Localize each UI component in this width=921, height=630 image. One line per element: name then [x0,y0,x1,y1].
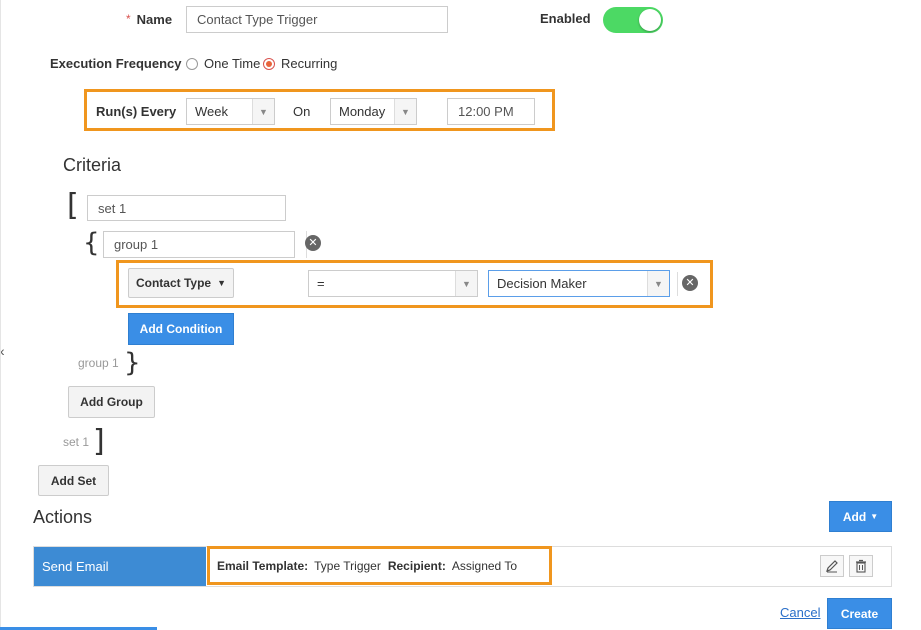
runs-every-label: Run(s) Every [96,104,177,119]
group-footer-label: group 1 [78,356,119,370]
recipient-value: Assigned To [451,558,518,573]
frequency-option-recurring[interactable]: Recurring [263,56,337,71]
condition-field-label: Contact Type [135,276,212,290]
chevron-down-icon: ▼ [647,271,669,296]
one-time-radio[interactable] [186,57,198,70]
toggle-knob [639,9,661,31]
enabled-label: Enabled [540,11,591,26]
day-value: Monday [339,104,386,119]
add-action-label: Add [842,509,867,524]
close-circle-icon[interactable]: ✕ [305,235,321,251]
close-circle-icon[interactable]: ✕ [682,275,698,291]
group-name-input[interactable]: group 1 [103,231,295,258]
period-value: Week [195,104,228,119]
recipient-label: Recipient: [387,558,446,573]
condition-field-dropdown[interactable]: Contact Type ▼ [128,268,234,298]
condition-value-select[interactable]: Decision Maker ▼ [488,270,670,297]
name-label-text: Name [136,11,173,27]
set-close-bracket: ] [93,424,105,459]
caret-down-icon: ▼ [217,278,227,288]
pencil-icon[interactable] [820,555,844,577]
add-action-button[interactable]: Add ▼ [829,501,892,532]
action-type-label: Send Email [42,559,109,574]
add-condition-button[interactable]: Add Condition [128,313,234,345]
condition-value: Decision Maker [497,276,587,291]
group-close-brace: } [124,348,141,378]
on-label: On [293,104,311,119]
action-details-highlight: Email Template: Type Trigger Recipient: … [207,546,552,585]
create-button[interactable]: Create [827,598,892,629]
set-name-input[interactable]: set 1 [87,195,286,221]
action-type-cell[interactable]: Send Email [34,547,206,586]
time-input[interactable]: 12:00 PM [447,98,535,125]
set-open-bracket: [ [67,188,79,223]
cancel-link[interactable]: Cancel [780,605,820,620]
add-group-button[interactable]: Add Group [68,386,155,418]
caret-down-icon: ▼ [870,512,879,521]
recurring-label: Recurring [281,56,338,71]
group-open-brace: { [83,228,100,258]
operator-value: = [317,276,325,291]
actions-title: Actions [33,507,93,527]
chevron-down-icon: ▼ [394,99,416,124]
chevron-down-icon: ▼ [252,99,274,124]
delete-action-button[interactable] [849,555,873,577]
criteria-title: Criteria [63,155,122,175]
execution-frequency-label: Execution Frequency [50,56,182,71]
edit-action-button[interactable] [820,555,844,577]
chevron-down-icon: ▼ [455,271,477,296]
frequency-option-one-time[interactable]: One Time [186,56,260,71]
period-select[interactable]: Week ▼ [186,98,275,125]
template-label: Email Template: [217,558,309,573]
name-input[interactable]: Contact Type Trigger [186,6,448,33]
add-set-button[interactable]: Add Set [38,465,109,496]
required-mark: * [126,12,131,26]
day-select[interactable]: Monday ▼ [330,98,417,125]
trash-icon[interactable] [849,555,873,577]
remove-condition-divider [677,272,678,296]
recurring-radio[interactable] [263,57,275,70]
set-footer-label: set 1 [63,435,90,449]
name-label: * Name [126,11,172,27]
operator-select[interactable]: = ▼ [308,270,478,297]
left-divider [0,0,1,630]
template-value: Type Trigger [314,558,381,573]
one-time-label: One Time [204,56,261,71]
enabled-toggle[interactable] [603,7,663,33]
